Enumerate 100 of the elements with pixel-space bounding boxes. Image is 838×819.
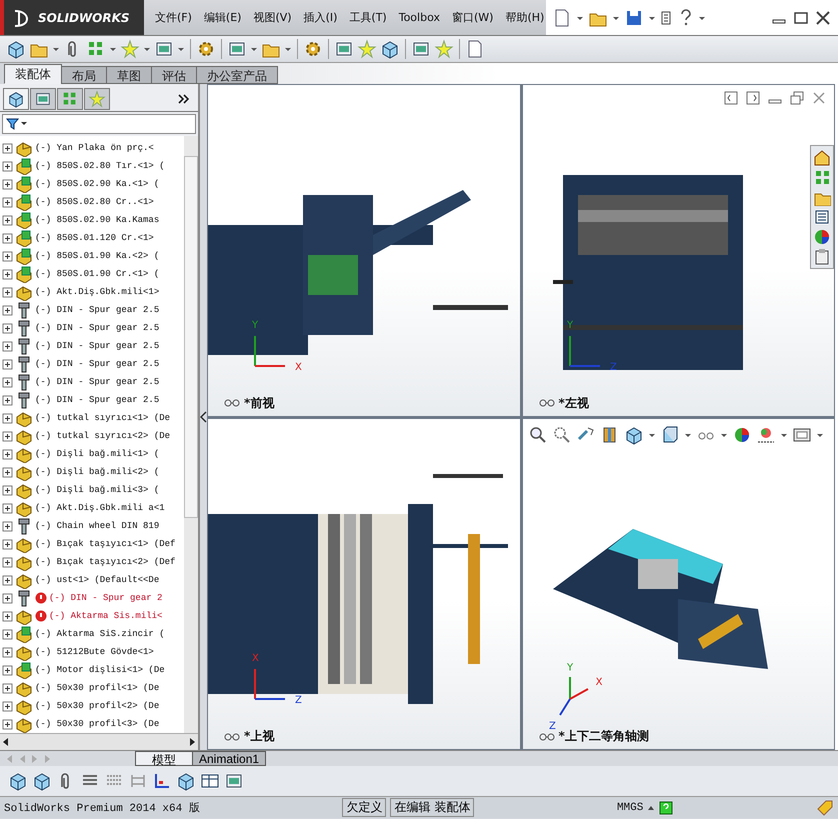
tree-item[interactable]: (-) Bıçak taşıyıcı<1> (Def — [35, 539, 176, 549]
menu-item[interactable]: 帮助(H) — [500, 8, 550, 27]
cube-icon[interactable] — [6, 39, 26, 59]
tree-item[interactable]: (-) Akt.Diş.Gbk.mili<1> — [35, 287, 160, 297]
expand-plus-icon[interactable] — [2, 178, 13, 190]
cube-icon[interactable] — [380, 39, 400, 59]
expand-plus-icon[interactable] — [2, 430, 13, 442]
filter-field[interactable] — [2, 114, 196, 134]
help-icon[interactable] — [678, 8, 694, 28]
cube-icon[interactable] — [32, 771, 52, 791]
tree-item[interactable]: (-) Dişli bağ.mili<2> ( — [35, 467, 160, 477]
feature-tree-tab[interactable] — [3, 88, 29, 110]
tree-item[interactable]: (-) DIN - Spur gear 2.5 — [35, 395, 160, 405]
tree-item[interactable]: (-) 850S.01.90 Ka.<2> ( — [35, 251, 160, 261]
star-icon[interactable] — [120, 39, 140, 59]
zoom-area-icon[interactable] — [552, 424, 572, 444]
tree-item[interactable]: (-) Yan Plaka ön prç.< — [35, 143, 154, 153]
expand-plus-icon[interactable] — [2, 322, 13, 334]
expand-plus-icon[interactable] — [2, 448, 13, 460]
expand-plus-icon[interactable] — [2, 466, 13, 478]
list-icon[interactable] — [813, 208, 831, 226]
tree-item[interactable]: (-) 850S.02.80 Cr..<1> — [35, 197, 154, 207]
tag-icon[interactable] — [816, 798, 834, 816]
document-tab[interactable]: Animation1 — [192, 751, 266, 766]
dropdown-caret-icon[interactable] — [109, 45, 117, 53]
tree-item[interactable]: (-) DIN - Spur gear 2.5 — [35, 377, 160, 387]
expand-plus-icon[interactable] — [2, 502, 13, 514]
tree-item[interactable]: (-) 850S.01.120 Cr.<1> — [35, 233, 154, 243]
tree-item[interactable]: (-) tutkal sıyrıcı<2> (De — [35, 431, 170, 441]
expand-plus-icon[interactable] — [2, 376, 13, 388]
expand-plus-icon[interactable] — [2, 358, 13, 370]
tree-item[interactable]: (-) 850S.02.80 Tır.<1> ( — [35, 161, 165, 171]
expand-plus-icon[interactable] — [2, 214, 13, 226]
expand-plus-icon[interactable] — [2, 520, 13, 532]
menu-item[interactable]: 窗口(W) — [446, 8, 498, 27]
expand-plus-icon[interactable] — [2, 250, 13, 262]
expand-plus-icon[interactable] — [2, 556, 13, 568]
tree-item[interactable]: (-) Dişli bağ.mili<3> ( — [35, 485, 160, 495]
expand-plus-icon[interactable] — [2, 232, 13, 244]
color-wheel-icon[interactable] — [813, 228, 831, 246]
expand-plus-icon[interactable] — [2, 340, 13, 352]
tree-item[interactable]: (-) 50x30 profil<2> (De — [35, 701, 160, 711]
dropdown-caret-icon[interactable] — [250, 45, 258, 53]
dropdown-caret-icon[interactable] — [284, 45, 292, 53]
axis-icon[interactable] — [152, 771, 172, 791]
star-icon[interactable] — [434, 39, 454, 59]
tree-item[interactable]: (-) DIN - Spur gear 2.5 — [35, 323, 160, 333]
dropdown-caret-icon[interactable] — [143, 45, 151, 53]
expand-plus-icon[interactable] — [2, 286, 13, 298]
menu-item[interactable]: Toolbox — [394, 9, 445, 26]
tree-item[interactable]: (-) 850S.02.90 Ka.<1> ( — [35, 179, 160, 189]
command-tab[interactable]: 评估 — [151, 66, 197, 84]
expand-plus-icon[interactable] — [2, 160, 13, 172]
glasses-icon[interactable] — [538, 398, 554, 408]
property-tab[interactable] — [30, 88, 56, 110]
tree-item[interactable]: (-) 850S.02.90 Ka.Kamas — [35, 215, 160, 225]
tree-item[interactable]: (-) Chain wheel DIN 819 — [35, 521, 160, 531]
menu-item[interactable]: 工具(T) — [344, 8, 392, 27]
expand-plus-icon[interactable] — [2, 592, 13, 604]
caret-up-icon[interactable] — [647, 804, 656, 812]
glasses-icon[interactable] — [224, 732, 240, 742]
expand-plus-icon[interactable] — [2, 196, 13, 208]
command-tab[interactable]: 草图 — [106, 66, 152, 84]
tree-item[interactable]: (-) Dişli bağ.mili<1> ( — [35, 449, 160, 459]
command-tab[interactable]: 装配体 — [4, 64, 62, 84]
expand-plus-icon[interactable] — [2, 394, 13, 406]
tile-left-icon[interactable] — [724, 91, 738, 105]
expand-plus-icon[interactable] — [2, 484, 13, 496]
tree-item[interactable]: (-) 50x30 profil<1> (De — [35, 683, 160, 693]
gear-icon[interactable] — [303, 39, 323, 59]
menu-item[interactable]: 编辑(E) — [198, 8, 246, 27]
expand-plus-icon[interactable] — [2, 718, 13, 730]
command-tab[interactable]: 办公室产品 — [196, 66, 278, 84]
tree-item[interactable]: (-) 50x30 profil<3> (De — [35, 719, 160, 729]
tree-item[interactable]: (-) ust<1> (Default<<De — [35, 575, 160, 585]
expand-plus-icon[interactable] — [2, 304, 13, 316]
configuration-tab[interactable] — [57, 88, 83, 110]
expand-plus-icon[interactable] — [2, 646, 13, 658]
tree-item[interactable]: (-) DIN - Spur gear 2.5 — [35, 359, 160, 369]
glasses-icon[interactable] — [538, 732, 554, 742]
tree-item[interactable]: (-) DIN - Spur gear 2.5 — [35, 341, 160, 351]
menu-item[interactable]: 文件(F) — [150, 8, 197, 27]
horizontal-scrollbar[interactable] — [0, 733, 198, 750]
expand-plus-icon[interactable] — [2, 142, 13, 154]
menu-item[interactable]: 视图(V) — [248, 8, 297, 27]
expand-plus-icon[interactable] — [2, 628, 13, 640]
tree-item[interactable]: (-) Bıçak taşıyıcı<2> (Def — [35, 557, 176, 567]
tree-item[interactable]: (-) tutkal sıyrıcı<1> (De — [35, 413, 170, 423]
display-tab[interactable] — [84, 88, 110, 110]
expand-plus-icon[interactable] — [2, 610, 13, 622]
gear-icon[interactable] — [196, 39, 216, 59]
tree-item[interactable]: (-) Motor dişlisi<1> (De — [35, 665, 165, 675]
clipboard-icon[interactable] — [813, 248, 831, 266]
star-icon[interactable] — [357, 39, 377, 59]
expand-plus-icon[interactable] — [2, 268, 13, 280]
tree-item[interactable]: (-) 51212Bute Gövde<1> — [35, 647, 154, 657]
tree-item[interactable]: (-) Aktarma SiS.zincir ( — [35, 629, 165, 639]
dropdown-caret-icon[interactable] — [177, 45, 185, 53]
glasses-icon[interactable] — [224, 398, 240, 408]
expand-plus-icon[interactable] — [2, 538, 13, 550]
